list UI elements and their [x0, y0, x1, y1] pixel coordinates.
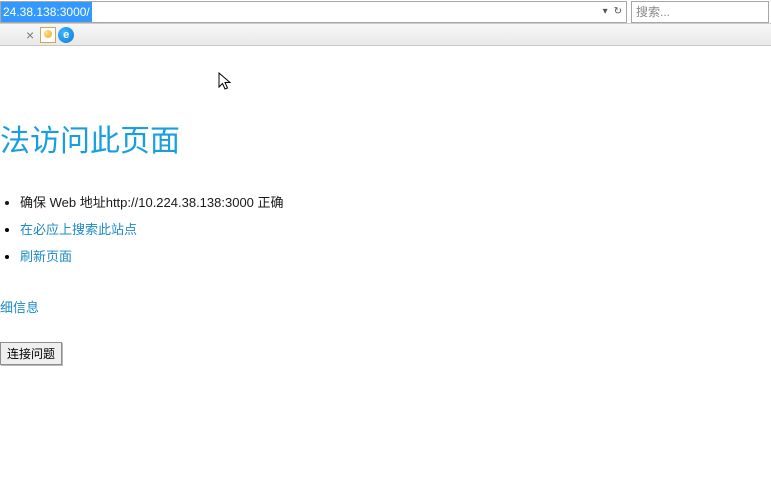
error-heading: 法访问此页面: [0, 116, 771, 160]
error-suggestion-list: 确保 Web 地址http://10.224.38.138:3000 正确 在必…: [0, 192, 771, 265]
url-text: 24.38.138:3000/: [1, 2, 92, 22]
mouse-cursor-icon: [218, 72, 234, 92]
address-bar-controls: ▾ ↻: [599, 6, 626, 17]
page-content: 法访问此页面 确保 Web 地址http://10.224.38.138:300…: [0, 116, 771, 365]
tab-close-button[interactable]: ×: [20, 27, 40, 43]
browser-toolbar: 24.38.138:3000/ ▾ ↻ 搜索...: [0, 0, 771, 24]
more-info-link[interactable]: 细信息: [0, 297, 771, 316]
search-placeholder: 搜索...: [636, 3, 670, 20]
tab-bar: ×: [0, 24, 771, 46]
ie-icon[interactable]: [58, 27, 74, 43]
search-input[interactable]: 搜索...: [631, 1, 769, 23]
bing-search-link[interactable]: 在必应上搜索此站点: [20, 222, 137, 237]
dropdown-icon[interactable]: ▾: [603, 6, 608, 17]
refresh-link[interactable]: 刷新页面: [20, 249, 72, 264]
refresh-icon[interactable]: ↻: [614, 6, 622, 17]
blank-page-icon[interactable]: [40, 27, 56, 43]
fix-connection-button[interactable]: 连接问题: [0, 342, 62, 365]
address-bar[interactable]: 24.38.138:3000/ ▾ ↻: [0, 1, 627, 23]
check-url-text: 确保 Web 地址http://10.224.38.138:3000 正确: [20, 192, 771, 211]
